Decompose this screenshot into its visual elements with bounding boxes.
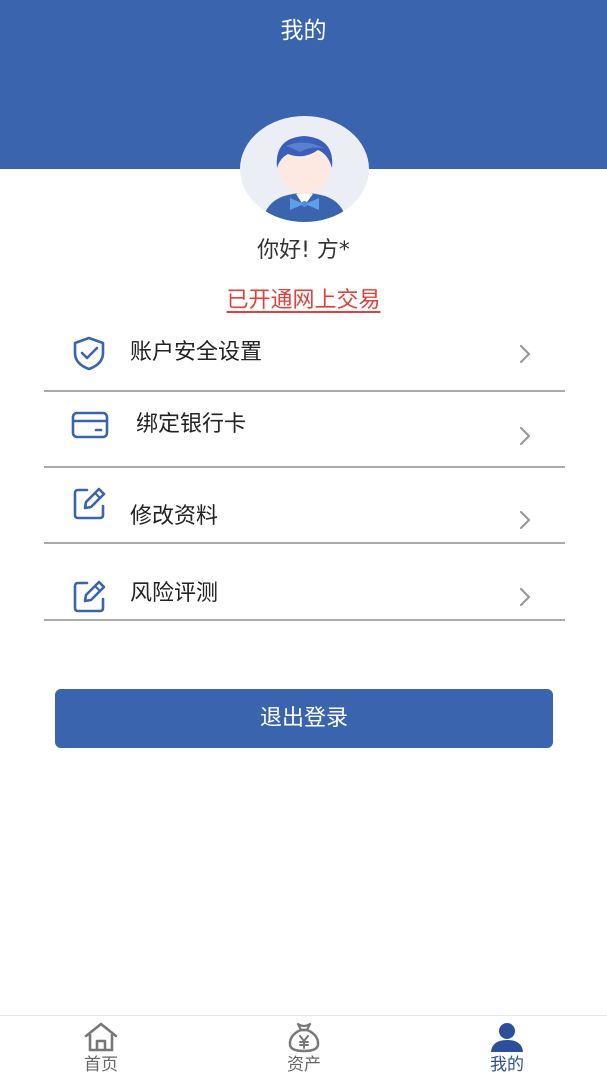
bank-card-icon [71,411,109,439]
menu-item-label: 风险评测 [130,581,219,606]
user-icon [491,1023,523,1052]
tab-label: 资产 [287,1055,321,1075]
menu-item-account-security[interactable]: 账户安全设置 [44,316,565,392]
chevron-right-icon [519,510,531,530]
tab-label: 我的 [490,1055,524,1075]
avatar[interactable] [240,116,369,222]
tab-home[interactable]: 首页 [41,1016,161,1080]
menu-item-label: 账户安全设置 [130,340,263,365]
menu-item-label: 绑定银行卡 [136,412,247,437]
tab-mine[interactable]: 我的 [447,1016,567,1080]
menu-item-risk-assessment[interactable]: 风险评测 [44,545,565,621]
tab-label: 首页 [84,1055,118,1075]
chevron-right-icon [519,344,531,364]
chevron-right-icon [519,426,531,446]
money-bag-icon [288,1022,320,1053]
menu-item-label: 修改资料 [130,504,219,529]
menu-item-bind-bank-card[interactable]: 绑定银行卡 [44,392,565,468]
online-trading-status-link[interactable]: 已开通网上交易 [0,284,607,318]
menu-item-edit-profile[interactable]: 修改资料 [44,468,565,544]
edit-icon [73,580,106,613]
shield-check-icon [73,336,105,371]
tab-assets[interactable]: 资产 [244,1016,364,1080]
edit-icon [73,487,106,520]
page-title: 我的 [280,18,327,44]
greeting-text: 你好! 方* [257,238,350,263]
avatar-illustration [262,136,347,222]
chevron-right-icon [519,587,531,607]
logout-button[interactable]: 退出登录 [55,689,553,748]
home-icon [84,1022,118,1052]
bottom-tab-bar: 首页 资产 我的 [0,1015,607,1080]
profile-screen: 我的 你好! 方* 已开通网上交易 账户安全设置 绑定银行卡 修改资料 风险评测… [0,0,607,1080]
